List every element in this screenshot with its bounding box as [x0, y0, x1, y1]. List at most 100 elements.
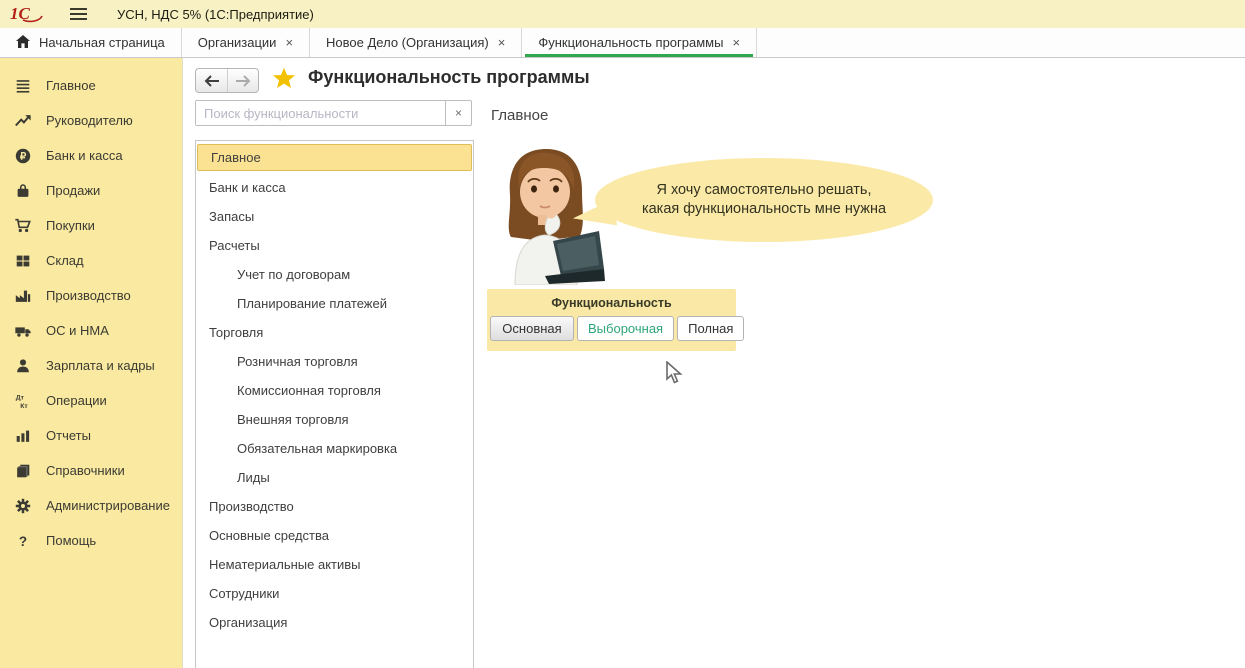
menu-icon: [13, 76, 33, 96]
tab-label: Функциональность программы: [538, 35, 723, 50]
dt-kt-icon: ДтКт: [13, 391, 33, 411]
option-vyborochnaya-button[interactable]: Выборочная: [577, 316, 674, 341]
forward-button[interactable]: [227, 69, 258, 92]
sidebar-item-administrirovanie[interactable]: Администрирование: [0, 488, 182, 523]
list-item[interactable]: Организация: [196, 608, 473, 637]
bubble-text-line2: какая функциональность мне нужна: [642, 200, 886, 219]
factory-icon: [13, 286, 33, 306]
svg-text:?: ?: [19, 533, 27, 548]
list-item[interactable]: Учет по договорам: [196, 260, 473, 289]
sidebar-item-otchety[interactable]: Отчеты: [0, 418, 182, 453]
list-item[interactable]: Банк и касса: [196, 173, 473, 202]
functionality-panel: Функциональность Основная Выборочная Пол…: [487, 289, 736, 351]
close-icon[interactable]: ×: [498, 36, 506, 49]
functionality-panel-title: Функциональность: [487, 289, 736, 310]
sidebar-item-zarplata-kadry[interactable]: Зарплата и кадры: [0, 348, 182, 383]
sidebar-item-label: Главное: [46, 78, 96, 93]
ruble-icon: ₽: [13, 146, 33, 166]
sidebar-item-spravochniki[interactable]: Справочники: [0, 453, 182, 488]
tab-bar: Начальная страница Организации × Новое Д…: [0, 28, 1245, 58]
back-button[interactable]: [196, 69, 227, 92]
sidebar-item-label: Склад: [46, 253, 84, 268]
tab-label: Начальная страница: [39, 35, 165, 50]
list-item[interactable]: Планирование платежей: [196, 289, 473, 318]
book-icon: [13, 461, 33, 481]
section-heading: Главное: [491, 107, 548, 124]
option-osnovnaya-button[interactable]: Основная: [490, 316, 574, 341]
sidebar-item-operacii[interactable]: ДтКт Операции: [0, 383, 182, 418]
title-bar: 1С УСН, НДС 5% (1С:Предприятие): [0, 0, 1245, 28]
list-item[interactable]: Главное: [197, 144, 472, 171]
1c-logo-icon: 1С: [10, 4, 46, 24]
svg-text:Кт: Кт: [20, 402, 28, 409]
sidebar-item-pokupki[interactable]: Покупки: [0, 208, 182, 243]
sidebar-item-glavnoe[interactable]: Главное: [0, 68, 182, 103]
sidebar-item-rukovoditelyu[interactable]: Руководителю: [0, 103, 182, 138]
sidebar-item-bank-kassa[interactable]: ₽ Банк и касса: [0, 138, 182, 173]
list-item[interactable]: Основные средства: [196, 521, 473, 550]
trend-icon: [13, 111, 33, 131]
list-item[interactable]: Расчеты: [196, 231, 473, 260]
list-item[interactable]: Производство: [196, 492, 473, 521]
svg-text:₽: ₽: [20, 151, 27, 162]
sidebar-item-label: Справочники: [46, 463, 125, 478]
tab-home[interactable]: Начальная страница: [0, 28, 182, 57]
cart-icon: [13, 216, 33, 236]
sidebar-item-label: Операции: [46, 393, 107, 408]
search-clear-button[interactable]: ×: [445, 101, 471, 125]
svg-text:1С: 1С: [10, 4, 31, 23]
main-menu-icon[interactable]: [70, 8, 87, 20]
history-nav-group: [195, 68, 259, 93]
list-item[interactable]: Комиссионная торговля: [196, 376, 473, 405]
sidebar-item-label: Производство: [46, 288, 131, 303]
person-icon: [13, 356, 33, 376]
sidebar: Главное Руководителю ₽ Банк и касса Прод…: [0, 58, 183, 668]
sidebar-item-proizvodstvo[interactable]: Производство: [0, 278, 182, 313]
question-icon: ?: [13, 531, 33, 551]
home-icon: [16, 35, 30, 51]
sidebar-item-sklad[interactable]: Склад: [0, 243, 182, 278]
page-title: Функциональность программы: [308, 67, 590, 88]
main-area: Функциональность программы × Главное Бан…: [184, 58, 1245, 668]
tab-organizations[interactable]: Организации ×: [182, 28, 310, 57]
tab-functionality[interactable]: Функциональность программы ×: [522, 28, 757, 57]
bag-icon: [13, 181, 33, 201]
sidebar-item-prodazhi[interactable]: Продажи: [0, 173, 182, 208]
option-polnaya-button[interactable]: Полная: [677, 316, 744, 341]
list-item[interactable]: Нематериальные активы: [196, 550, 473, 579]
bubble-text-line1: Я хочу самостоятельно решать,: [656, 181, 871, 200]
sidebar-item-label: ОС и НМА: [46, 323, 109, 338]
sidebar-item-label: Банк и касса: [46, 148, 123, 163]
app-window: 1С УСН, НДС 5% (1С:Предприятие) Начальна…: [0, 0, 1245, 668]
close-icon[interactable]: ×: [732, 36, 740, 49]
sidebar-item-label: Помощь: [46, 533, 96, 548]
close-icon[interactable]: ×: [285, 36, 293, 49]
list-item[interactable]: Сотрудники: [196, 579, 473, 608]
sidebar-item-label: Администрирование: [46, 498, 170, 513]
truck-icon: [13, 321, 33, 341]
window-title: УСН, НДС 5% (1С:Предприятие): [117, 7, 314, 22]
warehouse-icon: [13, 251, 33, 271]
sidebar-item-label: Руководителю: [46, 113, 133, 128]
list-item[interactable]: Лиды: [196, 463, 473, 492]
sidebar-item-label: Продажи: [46, 183, 100, 198]
list-item[interactable]: Торговля: [196, 318, 473, 347]
bar-chart-icon: [13, 426, 33, 446]
functionality-options: Основная Выборочная Полная: [487, 310, 736, 341]
list-item[interactable]: Розничная торговля: [196, 347, 473, 376]
speech-bubble: Я хочу самостоятельно решать, какая функ…: [595, 158, 933, 242]
sidebar-item-label: Покупки: [46, 218, 95, 233]
tab-new-org[interactable]: Новое Дело (Организация) ×: [310, 28, 522, 57]
sidebar-item-os-nma[interactable]: ОС и НМА: [0, 313, 182, 348]
list-item[interactable]: Запасы: [196, 202, 473, 231]
mouse-cursor: [666, 361, 684, 390]
svg-text:Дт: Дт: [16, 394, 25, 401]
search-input[interactable]: [196, 101, 445, 125]
favorite-star-icon[interactable]: [272, 66, 296, 95]
tab-label: Новое Дело (Организация): [326, 35, 489, 50]
sidebar-item-pomosch[interactable]: ? Помощь: [0, 523, 182, 558]
sidebar-item-label: Отчеты: [46, 428, 91, 443]
list-item[interactable]: Внешняя торговля: [196, 405, 473, 434]
search-box: ×: [195, 100, 472, 126]
list-item[interactable]: Обязательная маркировка: [196, 434, 473, 463]
